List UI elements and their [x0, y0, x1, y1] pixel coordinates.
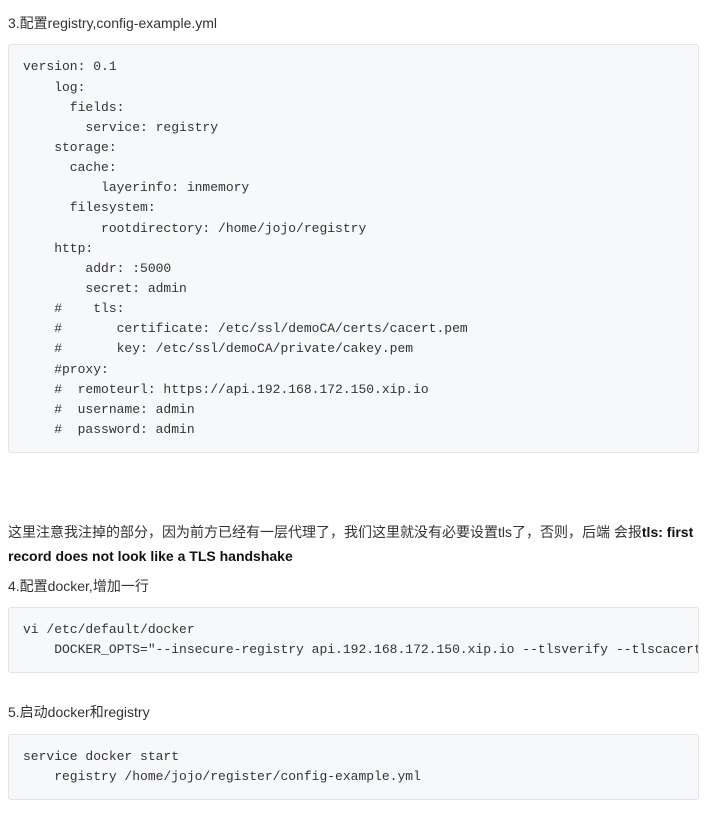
code-block-registry-config: version: 0.1 log: fields: service: regis…	[8, 44, 699, 453]
tls-note-paragraph: 这里注意我注掉的部分，因为前方已经有一层代理了，我们这里就没有必要设置tls了，…	[8, 521, 699, 569]
tls-note-text: 这里注意我注掉的部分，因为前方已经有一层代理了，我们这里就没有必要设置tls了，…	[8, 524, 642, 540]
section-4-title: 4.配置docker,增加一行	[8, 575, 699, 597]
document-page: 3.配置registry,config-example.yml version:…	[0, 0, 707, 828]
spacer	[8, 473, 699, 503]
section-5-title: 5.启动docker和registry	[8, 701, 699, 723]
section-3-title: 3.配置registry,config-example.yml	[8, 12, 699, 34]
code-block-start-services: service docker start registry /home/jojo…	[8, 734, 699, 800]
code-block-docker-config: vi /etc/default/docker DOCKER_OPTS="--in…	[8, 607, 699, 673]
